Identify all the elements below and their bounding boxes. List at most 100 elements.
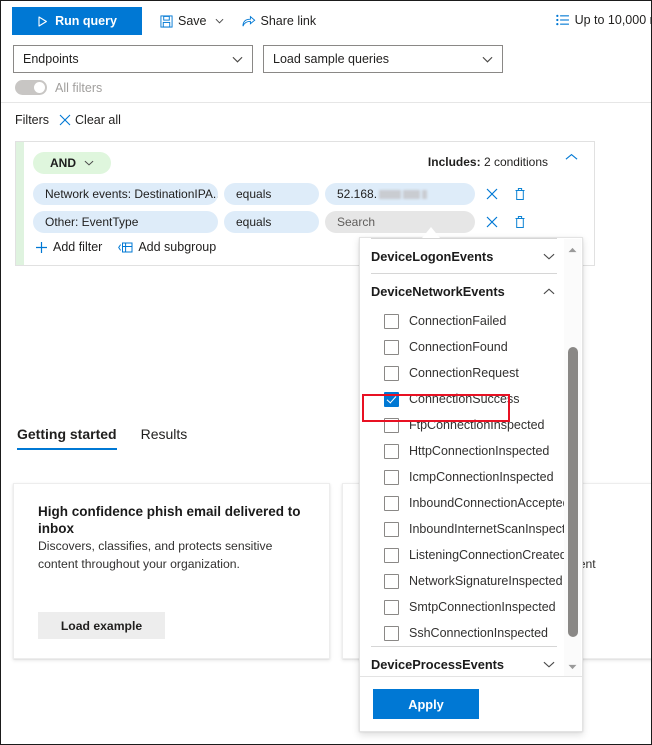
option-label: NetworkSignatureInspected xyxy=(409,574,563,588)
includes-summary: Includes: 2 conditions xyxy=(428,155,548,169)
option-checkbox[interactable] xyxy=(384,365,399,381)
sample-queries-dropdown[interactable]: Load sample queries xyxy=(263,45,503,73)
option-checkbox[interactable] xyxy=(384,339,399,355)
condition-value-search-input[interactable]: Search xyxy=(325,211,475,233)
option-label: InboundInternetScanInspected xyxy=(409,522,580,536)
tab-results[interactable]: Results xyxy=(141,426,188,450)
option-label: ConnectionFailed xyxy=(409,314,507,328)
tab-getting-started[interactable]: Getting started xyxy=(17,426,117,450)
option-checkbox[interactable] xyxy=(384,521,399,537)
delete-condition-button[interactable] xyxy=(509,183,531,205)
condition-value-text: 52.168. xyxy=(337,187,378,201)
dropdown-option[interactable]: SshConnectionInspected xyxy=(360,620,568,646)
option-checkbox[interactable] xyxy=(384,469,399,485)
option-checkbox[interactable] xyxy=(384,313,399,329)
all-filters-toggle[interactable]: All filters xyxy=(15,80,102,95)
dropdown-scroll-area: DeviceLogonEvents DeviceNetworkEvents Conn… xyxy=(360,238,582,678)
run-query-button[interactable]: Run query xyxy=(12,7,142,35)
save-button[interactable]: Save xyxy=(160,14,224,28)
dropdown-option[interactable]: FtpConnectionInspected xyxy=(360,412,568,438)
list-icon xyxy=(555,14,569,26)
option-checkbox[interactable] xyxy=(384,573,399,589)
dropdown-option[interactable]: ConnectionRequest xyxy=(360,360,568,386)
condition-operator-dropdown[interactable]: equals xyxy=(224,211,319,233)
result-limit-indicator[interactable]: Up to 10,000 res xyxy=(555,13,651,27)
dropdown-option[interactable]: InboundConnectionAccepted xyxy=(360,490,570,516)
apply-button[interactable]: Apply xyxy=(373,689,479,719)
dropdown-option[interactable]: ListeningConnectionCreated xyxy=(360,542,568,568)
dropdown-group-header[interactable]: DeviceNetworkEvents xyxy=(360,274,568,308)
divider xyxy=(1,102,651,103)
dropdown-option[interactable]: InboundInternetScanInspected xyxy=(360,516,579,542)
option-checkbox[interactable] xyxy=(384,443,399,459)
option-checkbox[interactable] xyxy=(384,599,399,615)
clear-all-button[interactable]: Clear all xyxy=(59,113,121,127)
dropdown-group-header[interactable]: DeviceProcessEvents xyxy=(360,647,568,678)
dropdown-option-list: DeviceLogonEvents DeviceNetworkEvents Conn… xyxy=(360,238,579,678)
dropdown-group-label: DeviceNetworkEvents xyxy=(371,283,505,299)
chevron-down-icon xyxy=(543,661,555,668)
scope-dropdown[interactable]: Endpoints xyxy=(13,45,253,73)
dropdown-scrollbar[interactable] xyxy=(564,239,581,677)
filters-header: Filters Clear all xyxy=(15,113,121,127)
option-checkbox[interactable] xyxy=(384,391,399,407)
dropdown-option[interactable]: ConnectionSuccess xyxy=(360,386,568,412)
add-subgroup-button[interactable]: Add subgroup xyxy=(118,240,216,254)
dropdown-option[interactable]: IcmpConnectionInspected xyxy=(360,464,568,490)
scope-value: Endpoints xyxy=(23,52,79,66)
command-bar: Run query Save Share link Up to 10,000 r… xyxy=(1,1,651,41)
condition-field-dropdown[interactable]: Network events: DestinationIPA... xyxy=(33,183,218,205)
logical-operator-value: AND xyxy=(50,156,76,170)
option-checkbox[interactable] xyxy=(384,495,399,511)
save-icon xyxy=(160,14,173,28)
collapse-group-button[interactable] xyxy=(565,153,578,161)
example-card[interactable]: High confidence phish email delivered to… xyxy=(13,483,330,659)
option-checkbox[interactable] xyxy=(384,417,399,433)
filter-condition-row: Other: EventType equals Search xyxy=(33,211,531,233)
scroll-down-arrow-icon[interactable] xyxy=(564,658,581,675)
share-link-button[interactable]: Share link xyxy=(242,14,316,28)
clear-condition-button[interactable] xyxy=(481,211,503,233)
filter-condition-row: Network events: DestinationIPA... equals… xyxy=(33,183,531,205)
redacted-block xyxy=(403,189,421,199)
card-description: Discovers, classifies, and protects sens… xyxy=(38,539,273,571)
save-label: Save xyxy=(178,14,207,28)
add-filter-label: Add filter xyxy=(53,240,103,254)
add-filter-button[interactable]: Add filter xyxy=(35,240,102,254)
chevron-down-icon[interactable] xyxy=(215,18,224,24)
play-icon xyxy=(37,15,48,27)
option-label: SmtpConnectionInspected xyxy=(409,600,556,614)
dropdown-group-header[interactable]: DeviceLogonEvents xyxy=(360,239,568,273)
dropdown-option[interactable]: SmtpConnectionInspected xyxy=(360,594,568,620)
clear-condition-button[interactable] xyxy=(481,183,503,205)
share-icon xyxy=(242,15,256,28)
scroll-up-arrow-icon[interactable] xyxy=(564,241,581,258)
clear-all-label: Clear all xyxy=(75,113,121,127)
option-checkbox[interactable] xyxy=(384,625,399,641)
option-label: IcmpConnectionInspected xyxy=(409,470,554,484)
tab-bar: Getting started Results xyxy=(17,426,187,450)
condition-operator-dropdown[interactable]: equals xyxy=(224,183,319,205)
load-example-button[interactable]: Load example xyxy=(38,612,165,639)
option-label: ConnectionRequest xyxy=(409,366,519,380)
option-checkbox[interactable] xyxy=(384,547,399,563)
dropdown-option[interactable]: HttpConnectionInspected xyxy=(360,438,568,464)
add-subgroup-label: Add subgroup xyxy=(138,240,217,254)
event-type-dropdown-panel: DeviceLogonEvents DeviceNetworkEvents Conn… xyxy=(359,237,583,732)
condition-field-dropdown[interactable]: Other: EventType xyxy=(33,211,218,233)
dropdown-option[interactable]: ConnectionFailed xyxy=(360,308,568,334)
toggle-switch[interactable] xyxy=(15,80,47,95)
condition-value-input[interactable]: 52.168. xyxy=(325,183,475,205)
chevron-down-icon xyxy=(543,253,555,260)
dropdown-option[interactable]: NetworkSignatureInspected xyxy=(360,568,568,594)
card-title: High confidence phish email delivered to… xyxy=(38,504,301,536)
redacted-block xyxy=(422,189,428,199)
run-query-label: Run query xyxy=(55,14,117,28)
dropdown-option[interactable]: ConnectionFound xyxy=(360,334,568,360)
query-builder-page: Run query Save Share link Up to 10,000 r… xyxy=(0,0,652,745)
delete-condition-button[interactable] xyxy=(509,211,531,233)
scrollbar-thumb[interactable] xyxy=(568,347,578,637)
option-label: InboundConnectionAccepted xyxy=(409,496,570,510)
logical-operator-dropdown[interactable]: AND xyxy=(33,152,111,174)
option-label: FtpConnectionInspected xyxy=(409,418,545,432)
